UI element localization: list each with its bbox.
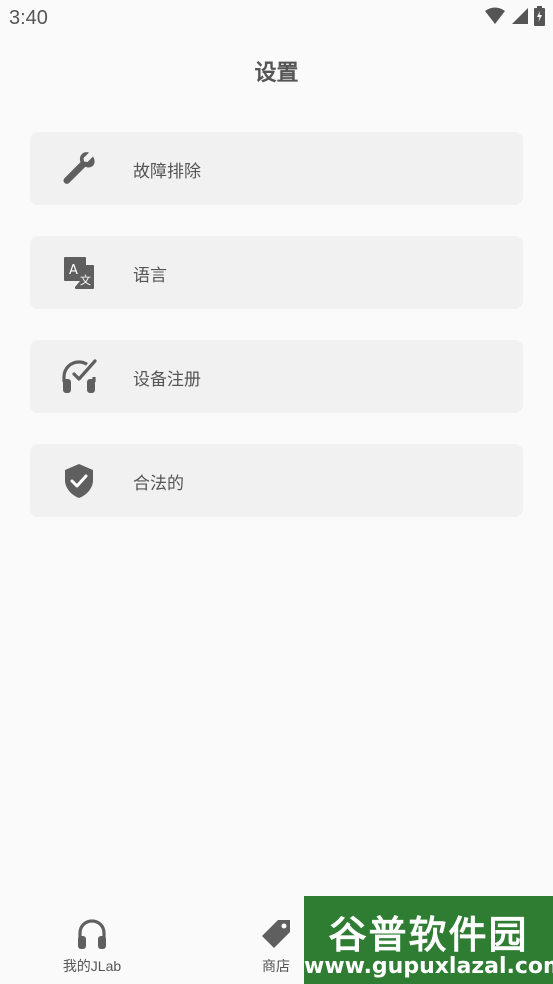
status-icons	[484, 6, 545, 26]
watermark-url: www.gupuxlazal.com	[304, 954, 553, 979]
status-bar: 3:40	[0, 0, 553, 38]
menu-item-language[interactable]: A 文 语言	[30, 236, 523, 309]
status-time: 3:40	[9, 7, 48, 29]
nav-item-my-jlab[interactable]: 我的JLab	[42, 915, 142, 976]
menu-item-label: 故障排除	[133, 162, 201, 181]
headphones-check-icon	[60, 358, 98, 396]
tag-icon	[259, 917, 293, 951]
menu-item-legal[interactable]: 合法的	[30, 444, 523, 517]
watermark-banner: 谷普软件园 www.gupuxlazal.com	[304, 896, 553, 984]
menu-item-label: 设备注册	[133, 370, 201, 389]
watermark-title: 谷普软件园	[328, 913, 529, 957]
page-title: 设置	[254, 60, 299, 85]
svg-text:A: A	[69, 263, 78, 278]
menu-item-label: 合法的	[133, 474, 184, 493]
menu-item-troubleshooting[interactable]: 故障排除	[30, 132, 523, 205]
translate-icon: A 文	[60, 254, 98, 292]
shield-check-icon	[60, 462, 98, 500]
nav-label: 我的JLab	[62, 958, 122, 974]
battery-charging-icon	[534, 6, 545, 26]
wifi-icon	[484, 7, 506, 25]
menu-item-device-registration[interactable]: 设备注册	[30, 340, 523, 413]
menu-item-label: 语言	[133, 266, 167, 285]
wrench-icon	[60, 150, 98, 188]
headphones-icon	[76, 917, 108, 951]
signal-icon	[511, 7, 529, 25]
svg-text:文: 文	[80, 273, 91, 287]
settings-menu: 故障排除 A 文 语言 设备注册 合法的	[30, 132, 523, 548]
